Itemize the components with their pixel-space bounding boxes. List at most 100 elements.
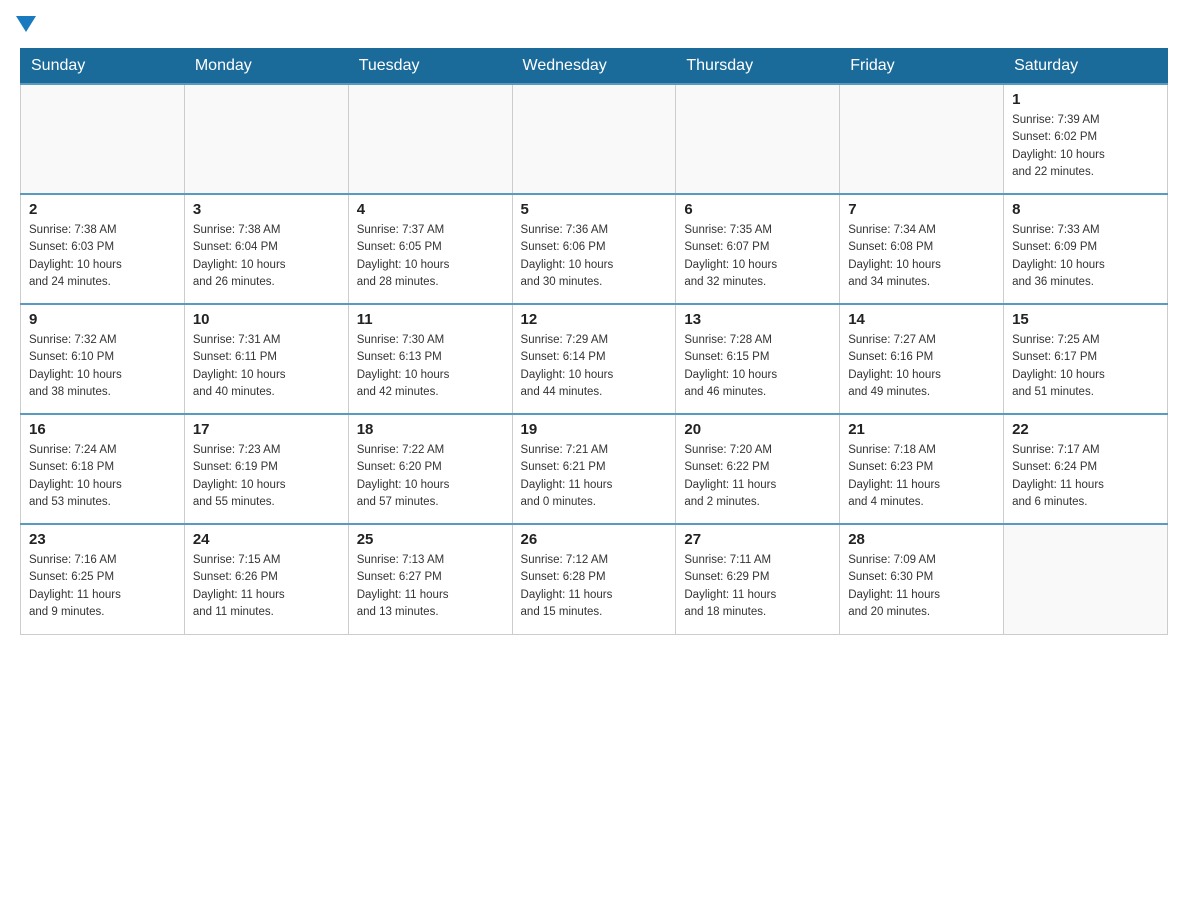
calendar-cell: 1 Sunrise: 7:39 AMSunset: 6:02 PMDaylight… [1004, 84, 1168, 194]
calendar-cell: 21 Sunrise: 7:18 AMSunset: 6:23 PMDayligh… [840, 414, 1004, 524]
day-info: Sunrise: 7:17 AMSunset: 6:24 PMDaylight:… [1012, 442, 1159, 511]
calendar-cell: 5 Sunrise: 7:36 AMSunset: 6:06 PMDaylight… [512, 194, 676, 304]
calendar-cell: 28 Sunrise: 7:09 AMSunset: 6:30 PMDayligh… [840, 524, 1004, 634]
calendar-cell: 18 Sunrise: 7:22 AMSunset: 6:20 PMDayligh… [348, 414, 512, 524]
day-info: Sunrise: 7:22 AMSunset: 6:20 PMDaylight:… [357, 442, 504, 511]
calendar-cell [840, 84, 1004, 194]
day-number: 23 [29, 531, 176, 548]
week-row-2: 2 Sunrise: 7:38 AMSunset: 6:03 PMDaylight… [21, 194, 1168, 304]
calendar-cell: 16 Sunrise: 7:24 AMSunset: 6:18 PMDayligh… [21, 414, 185, 524]
day-number: 2 [29, 201, 176, 218]
day-number: 18 [357, 421, 504, 438]
day-number: 20 [684, 421, 831, 438]
day-number: 9 [29, 311, 176, 328]
calendar-cell [512, 84, 676, 194]
day-number: 17 [193, 421, 340, 438]
calendar-header-row: SundayMondayTuesdayWednesdayThursdayFrid… [21, 49, 1168, 85]
day-number: 27 [684, 531, 831, 548]
day-number: 15 [1012, 311, 1159, 328]
day-info: Sunrise: 7:23 AMSunset: 6:19 PMDaylight:… [193, 442, 340, 511]
day-number: 4 [357, 201, 504, 218]
calendar-table: SundayMondayTuesdayWednesdayThursdayFrid… [20, 48, 1168, 635]
calendar-cell [348, 84, 512, 194]
day-number: 24 [193, 531, 340, 548]
day-header-thursday: Thursday [676, 49, 840, 85]
calendar-cell: 27 Sunrise: 7:11 AMSunset: 6:29 PMDayligh… [676, 524, 840, 634]
day-info: Sunrise: 7:39 AMSunset: 6:02 PMDaylight:… [1012, 112, 1159, 181]
day-header-saturday: Saturday [1004, 49, 1168, 85]
day-info: Sunrise: 7:32 AMSunset: 6:10 PMDaylight:… [29, 332, 176, 401]
calendar-cell: 6Sunrise: 7:35 AMSunset: 6:07 PMDaylight… [676, 194, 840, 304]
day-number: 10 [193, 311, 340, 328]
day-number: 21 [848, 421, 995, 438]
day-number: 7 [848, 201, 995, 218]
day-number: 28 [848, 531, 995, 548]
day-info: Sunrise: 7:27 AMSunset: 6:16 PMDaylight:… [848, 332, 995, 401]
day-number: 25 [357, 531, 504, 548]
calendar-cell: 8 Sunrise: 7:33 AMSunset: 6:09 PMDaylight… [1004, 194, 1168, 304]
calendar-cell: 2 Sunrise: 7:38 AMSunset: 6:03 PMDaylight… [21, 194, 185, 304]
calendar-cell: 7 Sunrise: 7:34 AMSunset: 6:08 PMDaylight… [840, 194, 1004, 304]
calendar-cell: 3Sunrise: 7:38 AMSunset: 6:04 PMDaylight… [184, 194, 348, 304]
day-number: 12 [521, 311, 668, 328]
calendar-cell: 4Sunrise: 7:37 AMSunset: 6:05 PMDaylight… [348, 194, 512, 304]
day-info: Sunrise: 7:28 AMSunset: 6:15 PMDaylight:… [684, 332, 831, 401]
day-number: 14 [848, 311, 995, 328]
day-header-tuesday: Tuesday [348, 49, 512, 85]
day-info: Sunrise: 7:34 AMSunset: 6:08 PMDaylight:… [848, 222, 995, 291]
week-row-1: 1 Sunrise: 7:39 AMSunset: 6:02 PMDaylight… [21, 84, 1168, 194]
day-info: Sunrise: 7:09 AMSunset: 6:30 PMDaylight:… [848, 552, 995, 621]
day-info: Sunrise: 7:11 AMSunset: 6:29 PMDaylight:… [684, 552, 831, 621]
day-info: Sunrise: 7:38 AMSunset: 6:04 PMDaylight:… [193, 222, 340, 291]
day-header-wednesday: Wednesday [512, 49, 676, 85]
day-number: 22 [1012, 421, 1159, 438]
page-header [20, 20, 1168, 32]
day-number: 13 [684, 311, 831, 328]
day-info: Sunrise: 7:24 AMSunset: 6:18 PMDaylight:… [29, 442, 176, 511]
logo [20, 20, 36, 32]
day-info: Sunrise: 7:15 AMSunset: 6:26 PMDaylight:… [193, 552, 340, 621]
calendar-cell: 9 Sunrise: 7:32 AMSunset: 6:10 PMDaylight… [21, 304, 185, 414]
day-info: Sunrise: 7:36 AMSunset: 6:06 PMDaylight:… [521, 222, 668, 291]
calendar-cell [1004, 524, 1168, 634]
calendar-cell: 13 Sunrise: 7:28 AMSunset: 6:15 PMDayligh… [676, 304, 840, 414]
day-number: 11 [357, 311, 504, 328]
calendar-cell: 25Sunrise: 7:13 AMSunset: 6:27 PMDayligh… [348, 524, 512, 634]
day-number: 1 [1012, 91, 1159, 108]
calendar-cell: 17 Sunrise: 7:23 AMSunset: 6:19 PMDayligh… [184, 414, 348, 524]
week-row-4: 16 Sunrise: 7:24 AMSunset: 6:18 PMDayligh… [21, 414, 1168, 524]
day-info: Sunrise: 7:16 AMSunset: 6:25 PMDaylight:… [29, 552, 176, 621]
day-info: Sunrise: 7:20 AMSunset: 6:22 PMDaylight:… [684, 442, 831, 511]
day-info: Sunrise: 7:25 AMSunset: 6:17 PMDaylight:… [1012, 332, 1159, 401]
calendar-cell [184, 84, 348, 194]
calendar-cell: 20 Sunrise: 7:20 AMSunset: 6:22 PMDayligh… [676, 414, 840, 524]
calendar-cell: 15 Sunrise: 7:25 AMSunset: 6:17 PMDayligh… [1004, 304, 1168, 414]
day-info: Sunrise: 7:12 AMSunset: 6:28 PMDaylight:… [521, 552, 668, 621]
day-header-friday: Friday [840, 49, 1004, 85]
calendar-cell: 23 Sunrise: 7:16 AMSunset: 6:25 PMDayligh… [21, 524, 185, 634]
day-info: Sunrise: 7:30 AMSunset: 6:13 PMDaylight:… [357, 332, 504, 401]
calendar-cell: 26Sunrise: 7:12 AMSunset: 6:28 PMDayligh… [512, 524, 676, 634]
calendar-cell: 14 Sunrise: 7:27 AMSunset: 6:16 PMDayligh… [840, 304, 1004, 414]
day-info: Sunrise: 7:38 AMSunset: 6:03 PMDaylight:… [29, 222, 176, 291]
day-number: 16 [29, 421, 176, 438]
calendar-cell: 24 Sunrise: 7:15 AMSunset: 6:26 PMDayligh… [184, 524, 348, 634]
logo-triangle-icon [16, 16, 36, 32]
calendar-cell: 11 Sunrise: 7:30 AMSunset: 6:13 PMDayligh… [348, 304, 512, 414]
calendar-cell: 12 Sunrise: 7:29 AMSunset: 6:14 PMDayligh… [512, 304, 676, 414]
day-number: 5 [521, 201, 668, 218]
day-info: Sunrise: 7:31 AMSunset: 6:11 PMDaylight:… [193, 332, 340, 401]
calendar-cell [676, 84, 840, 194]
day-info: Sunrise: 7:18 AMSunset: 6:23 PMDaylight:… [848, 442, 995, 511]
day-header-monday: Monday [184, 49, 348, 85]
calendar-cell: 22 Sunrise: 7:17 AMSunset: 6:24 PMDayligh… [1004, 414, 1168, 524]
day-info: Sunrise: 7:21 AMSunset: 6:21 PMDaylight:… [521, 442, 668, 511]
day-info: Sunrise: 7:29 AMSunset: 6:14 PMDaylight:… [521, 332, 668, 401]
calendar-cell: 19 Sunrise: 7:21 AMSunset: 6:21 PMDayligh… [512, 414, 676, 524]
day-info: Sunrise: 7:33 AMSunset: 6:09 PMDaylight:… [1012, 222, 1159, 291]
day-number: 8 [1012, 201, 1159, 218]
day-number: 19 [521, 421, 668, 438]
day-number: 6 [684, 201, 831, 218]
week-row-5: 23 Sunrise: 7:16 AMSunset: 6:25 PMDayligh… [21, 524, 1168, 634]
calendar-cell [21, 84, 185, 194]
